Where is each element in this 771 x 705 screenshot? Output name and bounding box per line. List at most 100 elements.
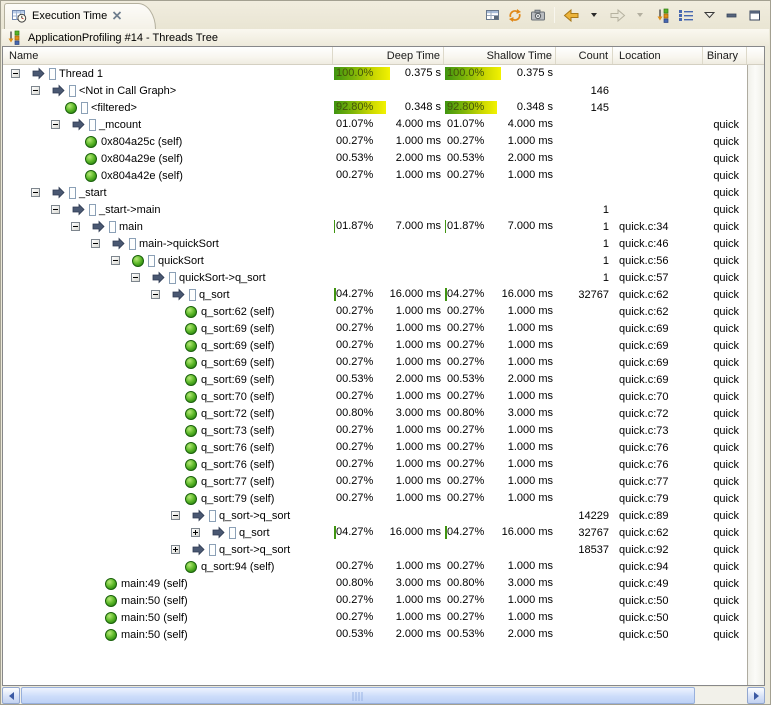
tree-row[interactable]: q_sort:76 (self)00.27%1.000 ms00.27%1.00…: [3, 456, 747, 473]
collapse-toggle[interactable]: [171, 511, 180, 520]
method-icon: [185, 323, 197, 335]
shallow-time-value: 1.000 ms: [508, 305, 553, 318]
tree-row[interactable]: q_sort:77 (self)00.27%1.000 ms00.27%1.00…: [3, 473, 747, 490]
list-view-icon[interactable]: [677, 7, 695, 24]
tree-row[interactable]: Thread 1100.0%0.375 s100.0%0.375 s: [3, 65, 747, 82]
tree-row[interactable]: 0x804a29e (self)00.53%2.000 ms00.53%2.00…: [3, 150, 747, 167]
shallow-time-cell: 00.53%2.000 ms: [444, 371, 556, 388]
tree-row[interactable]: _startquick: [3, 184, 747, 201]
column-header-name[interactable]: Name: [3, 47, 333, 64]
tree-row[interactable]: main:50 (self)00.53%2.000 ms00.53%2.000 …: [3, 626, 747, 643]
tree-row[interactable]: <filtered>92.80%0.348 s92.80%0.348 s145: [3, 99, 747, 116]
collapse-toggle[interactable]: [131, 273, 140, 282]
name-cell: main:50 (self): [3, 626, 333, 643]
tree-row[interactable]: q_sort04.27%16.000 ms04.27%16.000 ms3276…: [3, 524, 747, 541]
name-cell: main->quickSort: [3, 235, 333, 252]
close-icon[interactable]: [112, 11, 122, 20]
shallow-percent: 00.27%: [447, 594, 484, 607]
tree-row[interactable]: q_sort:62 (self)00.27%1.000 ms00.27%1.00…: [3, 303, 747, 320]
tree-row[interactable]: main:49 (self)00.80%3.000 ms00.80%3.000 …: [3, 575, 747, 592]
tree-row[interactable]: q_sort:72 (self)00.80%3.000 ms00.80%3.00…: [3, 405, 747, 422]
horizontal-scrollbar[interactable]: [2, 687, 765, 704]
tree-row[interactable]: q_sort:69 (self)00.53%2.000 ms00.53%2.00…: [3, 371, 747, 388]
function-icon: [209, 544, 216, 556]
tree-row[interactable]: <Not in Call Graph>146: [3, 82, 747, 99]
binary-value: quick: [713, 357, 739, 369]
column-header-location[interactable]: Location: [613, 47, 703, 64]
column-header-binary[interactable]: Binary: [703, 47, 747, 64]
tree-row[interactable]: q_sort:94 (self)00.27%1.000 ms00.27%1.00…: [3, 558, 747, 575]
location-cell: quick.c:50: [613, 626, 703, 643]
tree-row[interactable]: q_sort:70 (self)00.27%1.000 ms00.27%1.00…: [3, 388, 747, 405]
scroll-left-button[interactable]: [2, 687, 20, 704]
location-cell: quick.c:50: [613, 609, 703, 626]
tree-row[interactable]: q_sort->q_sort18537quick.c:92quick: [3, 541, 747, 558]
tree-row[interactable]: q_sort04.27%16.000 ms04.27%16.000 ms3276…: [3, 286, 747, 303]
collapse-toggle[interactable]: [71, 222, 80, 231]
column-header-shallow-time[interactable]: Shallow Time: [444, 47, 556, 64]
expand-toggle[interactable]: [171, 545, 180, 554]
tree-row[interactable]: _mcount01.07%4.000 ms01.07%4.000 msquick: [3, 116, 747, 133]
count-cell: [556, 116, 613, 133]
shallow-time-cell: 00.27%1.000 ms: [444, 388, 556, 405]
collapse-toggle[interactable]: [31, 188, 40, 197]
tree-row[interactable]: q_sort:79 (self)00.27%1.000 ms00.27%1.00…: [3, 490, 747, 507]
tree-row[interactable]: q_sort:73 (self)00.27%1.000 ms00.27%1.00…: [3, 422, 747, 439]
forward-icon[interactable]: [608, 7, 626, 24]
collapse-toggle[interactable]: [51, 205, 60, 214]
shallow-percent-bar: [445, 220, 446, 233]
location-cell: quick.c:57: [613, 269, 703, 286]
tree-row[interactable]: q_sort:76 (self)00.27%1.000 ms00.27%1.00…: [3, 439, 747, 456]
collapse-toggle[interactable]: [31, 86, 40, 95]
deep-percent: 00.27%: [336, 305, 373, 318]
tree-row[interactable]: 0x804a25c (self)00.27%1.000 ms00.27%1.00…: [3, 133, 747, 150]
minimize-icon[interactable]: [723, 7, 741, 24]
tree-indent: [3, 600, 105, 601]
binary-value: quick: [713, 119, 739, 131]
node-label: q_sort: [199, 289, 230, 301]
maximize-icon[interactable]: [746, 7, 764, 24]
forward-menu-icon[interactable]: [631, 7, 649, 24]
tree-row[interactable]: q_sort:69 (self)00.27%1.000 ms00.27%1.00…: [3, 337, 747, 354]
scroll-right-button[interactable]: [747, 687, 765, 704]
count-cell: [556, 490, 613, 507]
table-icon[interactable]: [483, 7, 501, 24]
vertical-scrollbar-track[interactable]: [747, 65, 764, 685]
tree-row[interactable]: quickSort->q_sort1quick.c:57quick: [3, 269, 747, 286]
view-tab-bar: Execution Time: [1, 1, 770, 29]
tree-row[interactable]: main01.87%7.000 ms01.87%7.000 ms1quick.c…: [3, 218, 747, 235]
binary-cell: [703, 99, 747, 116]
collapse-toggle[interactable]: [11, 69, 20, 78]
deep-percent: 00.53%: [336, 152, 373, 165]
column-header-count[interactable]: Count: [556, 47, 613, 64]
tree-row[interactable]: q_sort:69 (self)00.27%1.000 ms00.27%1.00…: [3, 320, 747, 337]
tree-row[interactable]: quickSort1quick.c:56quick: [3, 252, 747, 269]
back-icon[interactable]: [562, 7, 580, 24]
name-cell: main:49 (self): [3, 575, 333, 592]
tree-row[interactable]: _start->main1quick: [3, 201, 747, 218]
tree-row[interactable]: main:50 (self)00.27%1.000 ms00.27%1.000 …: [3, 609, 747, 626]
snapshot-icon[interactable]: [529, 7, 547, 24]
refresh-icon[interactable]: [506, 7, 524, 24]
hscroll-thumb[interactable]: [21, 687, 695, 704]
collapse-toggle[interactable]: [111, 256, 120, 265]
threads-tree-icon[interactable]: [654, 7, 672, 24]
column-header-deep-time[interactable]: Deep Time: [333, 47, 444, 64]
back-menu-icon[interactable]: [585, 7, 603, 24]
tree-row[interactable]: 0x804a42e (self)00.27%1.000 ms00.27%1.00…: [3, 167, 747, 184]
shallow-time-value: 2.000 ms: [508, 152, 553, 165]
tab-execution-time[interactable]: Execution Time: [4, 3, 156, 29]
tree-row[interactable]: q_sort:69 (self)00.27%1.000 ms00.27%1.00…: [3, 354, 747, 371]
deep-time-value: 1.000 ms: [396, 560, 441, 573]
tree-row[interactable]: q_sort->q_sort14229quick.c:89quick: [3, 507, 747, 524]
function-icon: [229, 527, 236, 539]
view-menu-icon[interactable]: [700, 7, 718, 24]
collapse-toggle[interactable]: [91, 239, 100, 248]
expand-toggle[interactable]: [191, 528, 200, 537]
collapse-toggle[interactable]: [51, 120, 60, 129]
tree-row[interactable]: main->quickSort1quick.c:46quick: [3, 235, 747, 252]
collapse-toggle[interactable]: [151, 290, 160, 299]
deep-percent: 00.27%: [336, 135, 373, 148]
tree-row[interactable]: main:50 (self)00.27%1.000 ms00.27%1.000 …: [3, 592, 747, 609]
deep-time-value: 1.000 ms: [396, 458, 441, 471]
